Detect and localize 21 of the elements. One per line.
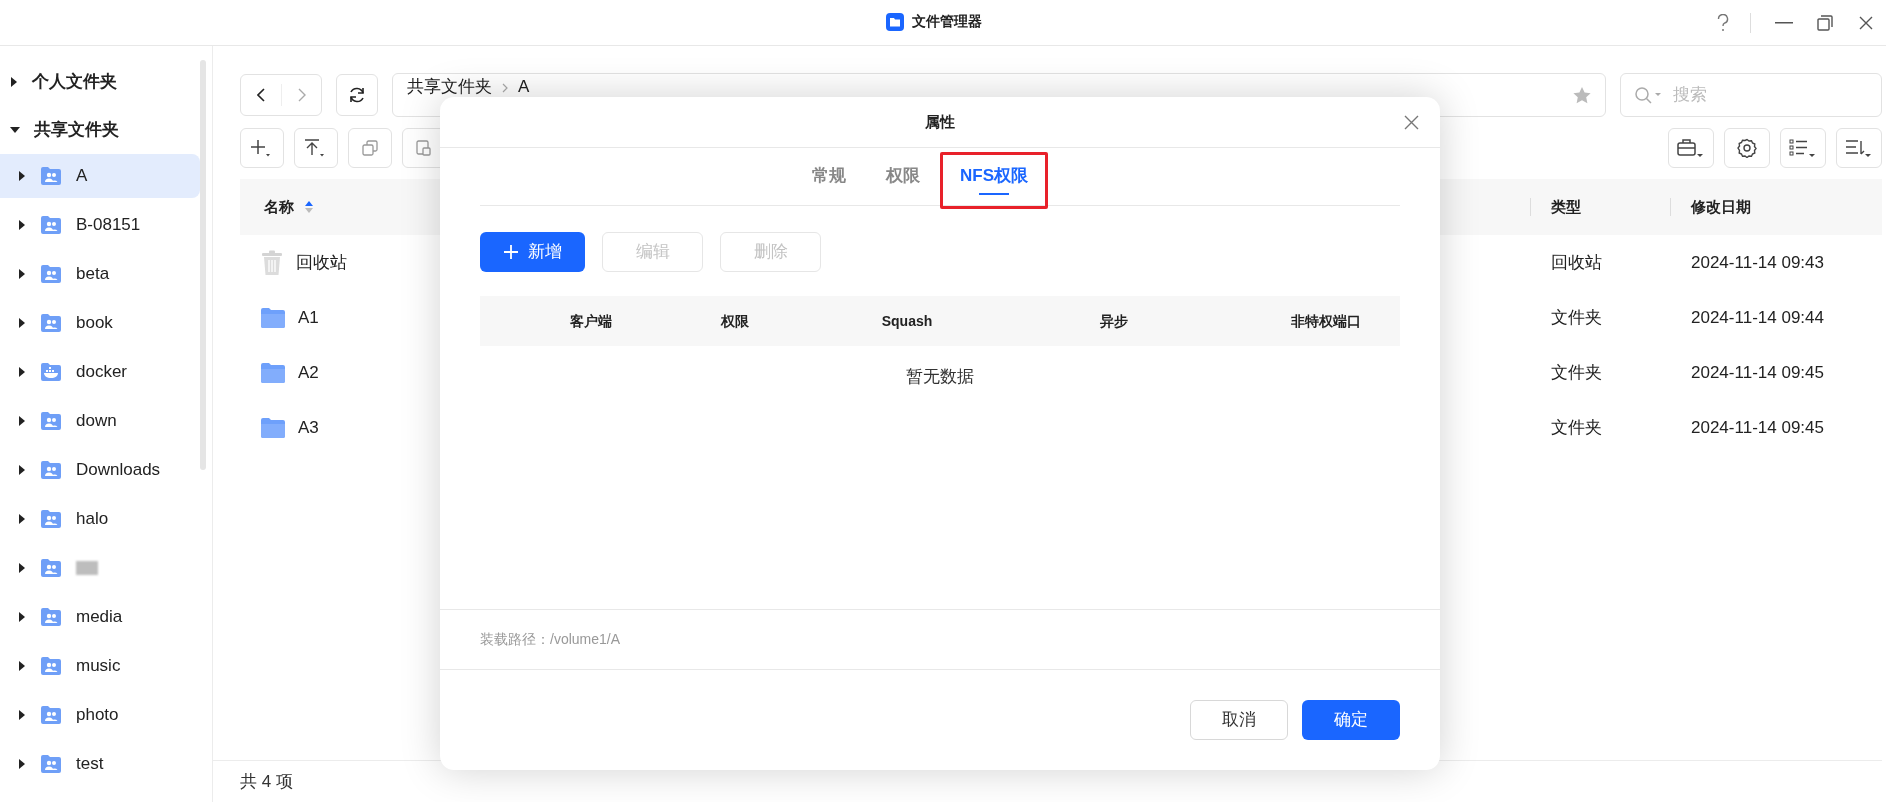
column-header: 客户端 [569, 311, 613, 331]
file-name: 回收站 [296, 251, 347, 274]
window-title: 文件管理器 [912, 12, 982, 31]
file-name: A3 [298, 416, 319, 439]
file-name: A2 [298, 361, 319, 384]
column-header: 异步 [1099, 311, 1129, 331]
table-cell-text: 文件夹 [1551, 362, 1602, 384]
file-name: A1 [298, 306, 319, 329]
column-header: 权限 [720, 311, 750, 331]
table-cell-text: 回收站 [1551, 252, 1602, 274]
table-cell-text: 2024-11-14 09:44 [1691, 307, 1824, 329]
empty-text: 暂无数据 [905, 366, 975, 388]
table-cell-text: 2024-11-14 09:43 [1691, 252, 1824, 274]
column-header: Squash [880, 311, 934, 331]
column-header: 非特权端口 [1290, 311, 1362, 331]
table-cell-text: 文件夹 [1551, 417, 1602, 439]
status-text: 共 4 项 [240, 770, 293, 793]
mount-path-text: 装载路径：/volume1/A [480, 630, 621, 649]
table-cell-text: 文件夹 [1551, 307, 1602, 329]
table-cell-text: 2024-11-14 09:45 [1691, 417, 1824, 439]
table-cell-text: 2024-11-14 09:45 [1691, 362, 1824, 384]
